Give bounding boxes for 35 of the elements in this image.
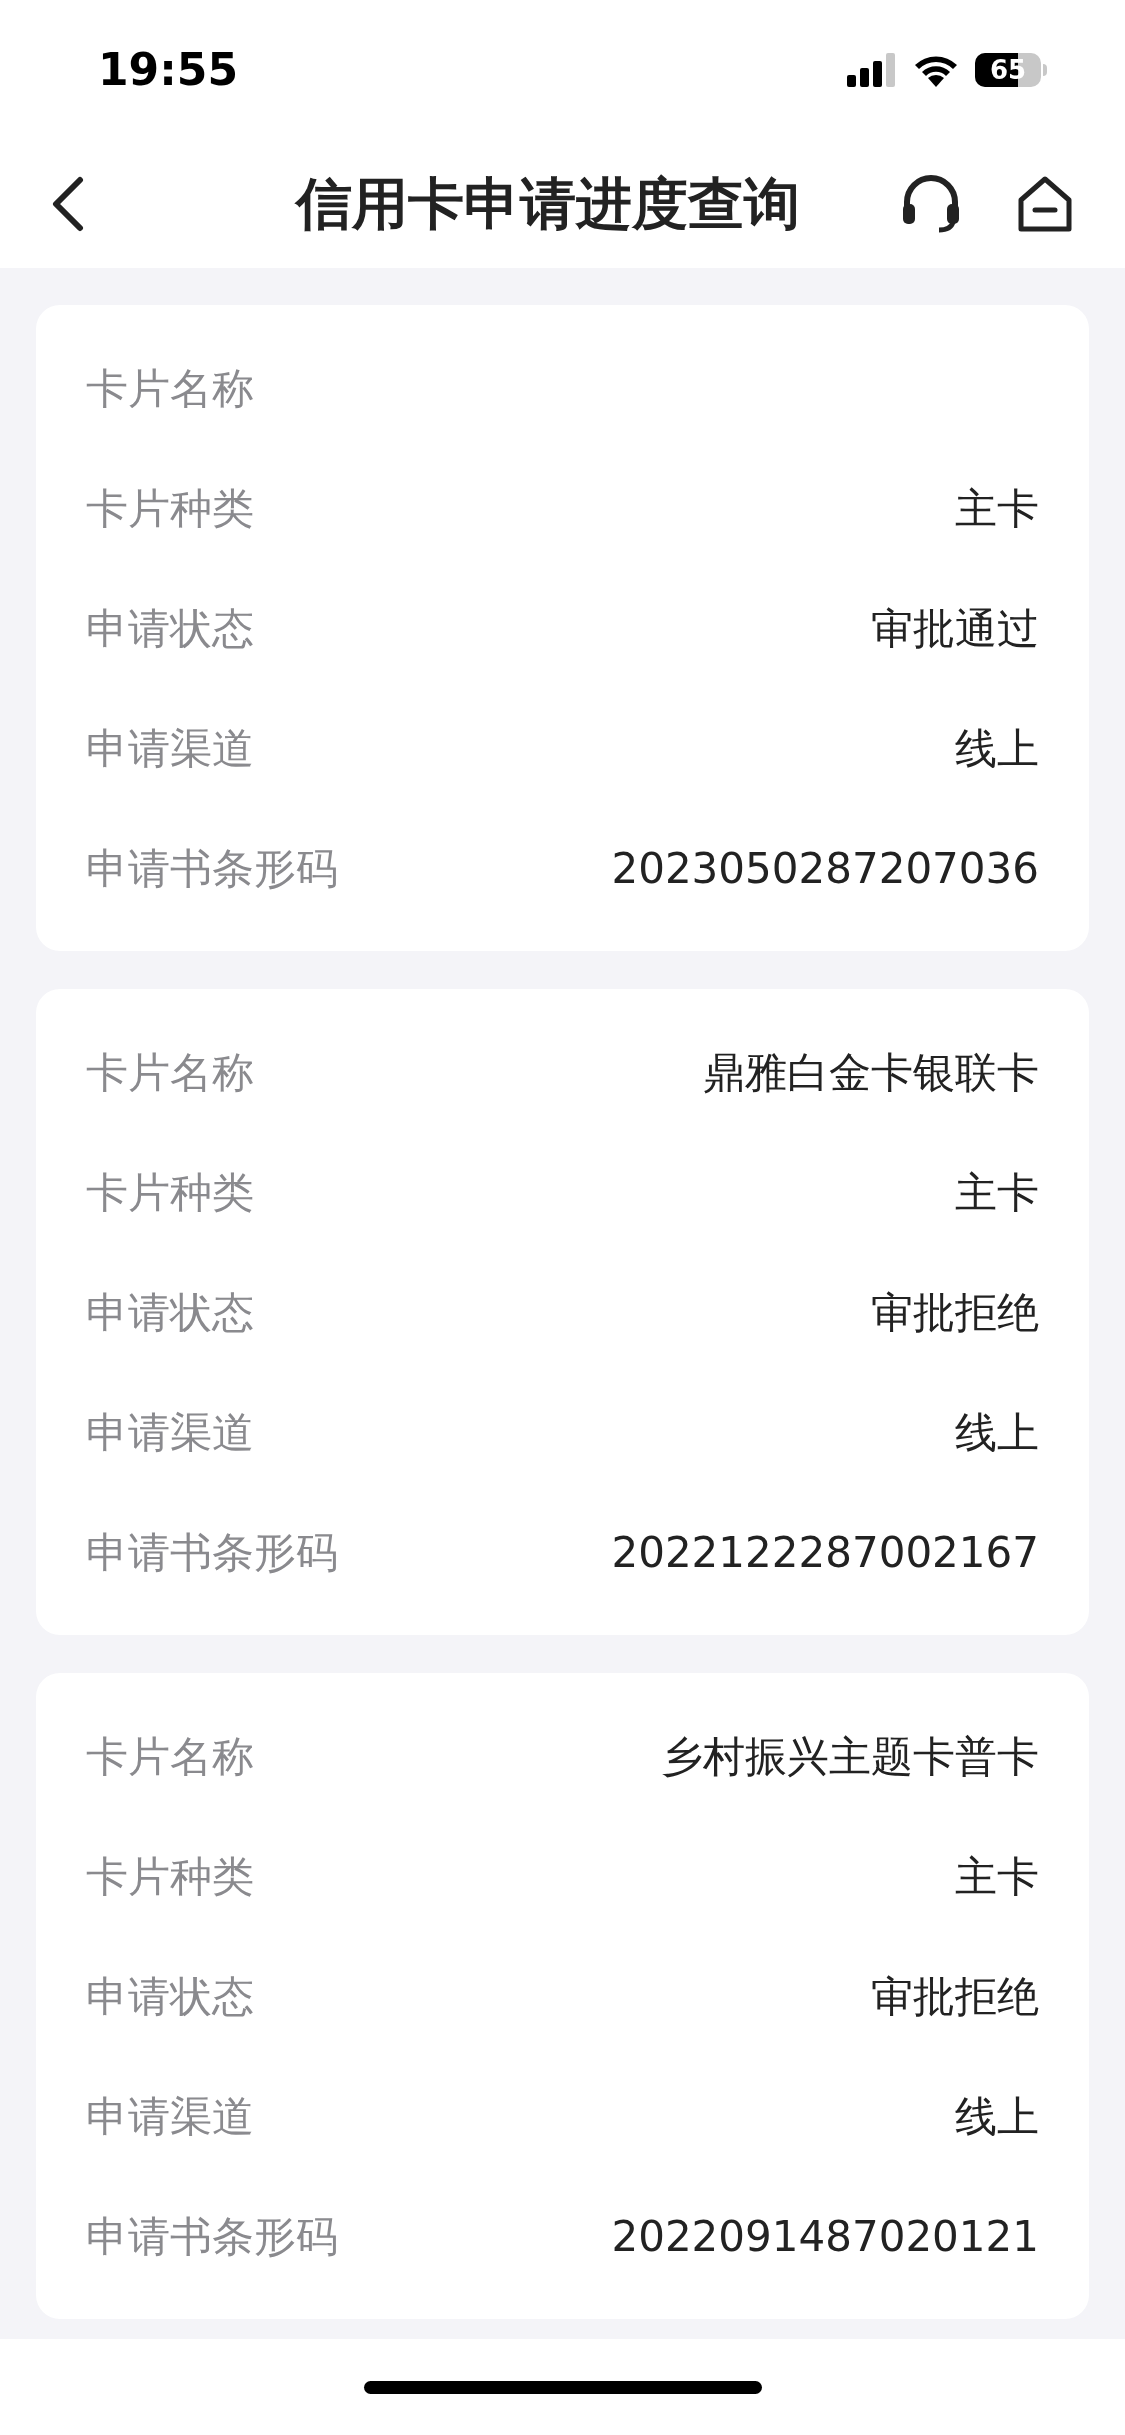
field-value: 2022091487020121	[611, 2210, 1039, 2263]
field-value: 审批通过	[871, 602, 1039, 655]
field-label: 卡片名称	[86, 1046, 254, 1099]
status-time: 19:55	[96, 43, 240, 97]
field-value: 线上	[955, 2090, 1039, 2143]
field-value: 审批拒绝	[871, 1970, 1039, 2023]
field-label: 卡片名称	[86, 1730, 254, 1783]
field-value: 审批拒绝	[871, 1286, 1039, 1339]
field-label: 申请书条形码	[86, 2210, 338, 2263]
signal-icon	[847, 53, 897, 87]
field-label: 申请渠道	[86, 722, 254, 775]
field-label: 申请状态	[86, 1286, 254, 1339]
field-value: 鼎雅白金卡银联卡	[703, 1046, 1039, 1099]
home-indicator[interactable]	[363, 2380, 762, 2394]
field-label: 申请渠道	[86, 1406, 254, 1459]
field-value: 主卡	[955, 482, 1039, 535]
field-label: 申请书条形码	[86, 842, 338, 895]
field-value: 乡村振兴主题卡普卡	[661, 1730, 1039, 1783]
wifi-icon	[913, 53, 959, 87]
back-icon[interactable]	[50, 176, 86, 232]
field-label: 卡片种类	[86, 482, 254, 535]
page-title: 信用卡申请进度查询	[295, 170, 800, 238]
field-value: 线上	[955, 722, 1039, 775]
field-value: 主卡	[955, 1166, 1039, 1219]
field-label: 卡片种类	[86, 1850, 254, 1903]
field-label: 卡片名称	[86, 362, 254, 415]
field-value: 2022122287002167	[611, 1526, 1039, 1579]
field-label: 申请书条形码	[86, 1526, 338, 1579]
field-value: 2023050287207036	[611, 842, 1039, 895]
field-label: 卡片种类	[86, 1166, 254, 1219]
field-label: 申请渠道	[86, 2090, 254, 2143]
field-label: 申请状态	[86, 602, 254, 655]
field-label: 申请状态	[86, 1970, 254, 2023]
field-value: 主卡	[955, 1850, 1039, 1903]
field-value: 线上	[955, 1406, 1039, 1459]
